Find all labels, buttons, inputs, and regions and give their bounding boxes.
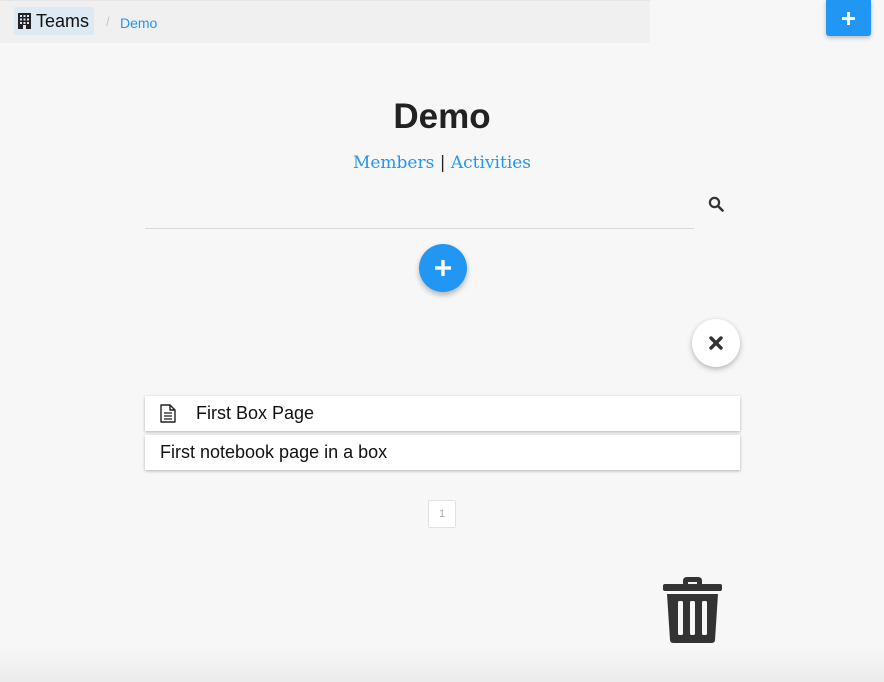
search-input[interactable] (145, 190, 698, 228)
page-title: Demo (393, 97, 491, 136)
plus-icon (435, 260, 451, 276)
search-icon[interactable] (708, 196, 724, 212)
list-item[interactable]: First Box Page (145, 396, 740, 431)
search-underline (145, 228, 694, 229)
list-item[interactable]: First notebook page in a box (145, 435, 740, 470)
breadcrumb-separator: / (106, 14, 110, 29)
close-button[interactable] (692, 319, 740, 367)
members-link[interactable]: Members (353, 153, 434, 173)
footer-shadow (0, 645, 884, 682)
breadcrumb-current[interactable]: Demo (120, 15, 157, 31)
plus-icon (842, 11, 855, 25)
trash-icon[interactable] (661, 575, 724, 644)
page-number-button[interactable]: 1 (428, 500, 456, 528)
sub-navigation: Members | Activities (0, 153, 884, 173)
breadcrumb-teams-link[interactable]: Teams (14, 7, 95, 35)
nav-divider: | (439, 153, 446, 173)
list-item-label: First notebook page in a box (160, 442, 388, 462)
close-icon (709, 336, 723, 350)
breadcrumb-teams-label: Teams (36, 10, 90, 31)
app-root: Teams / Demo Demo Members | Activities F… (0, 0, 884, 682)
top-add-button[interactable] (826, 0, 871, 36)
building-icon (18, 13, 31, 29)
activities-link[interactable]: Activities (451, 153, 531, 173)
list-item-label: First Box Page (196, 403, 315, 423)
document-icon (160, 404, 176, 423)
breadcrumb: Teams / Demo (0, 0, 650, 43)
add-item-button[interactable] (419, 244, 467, 292)
